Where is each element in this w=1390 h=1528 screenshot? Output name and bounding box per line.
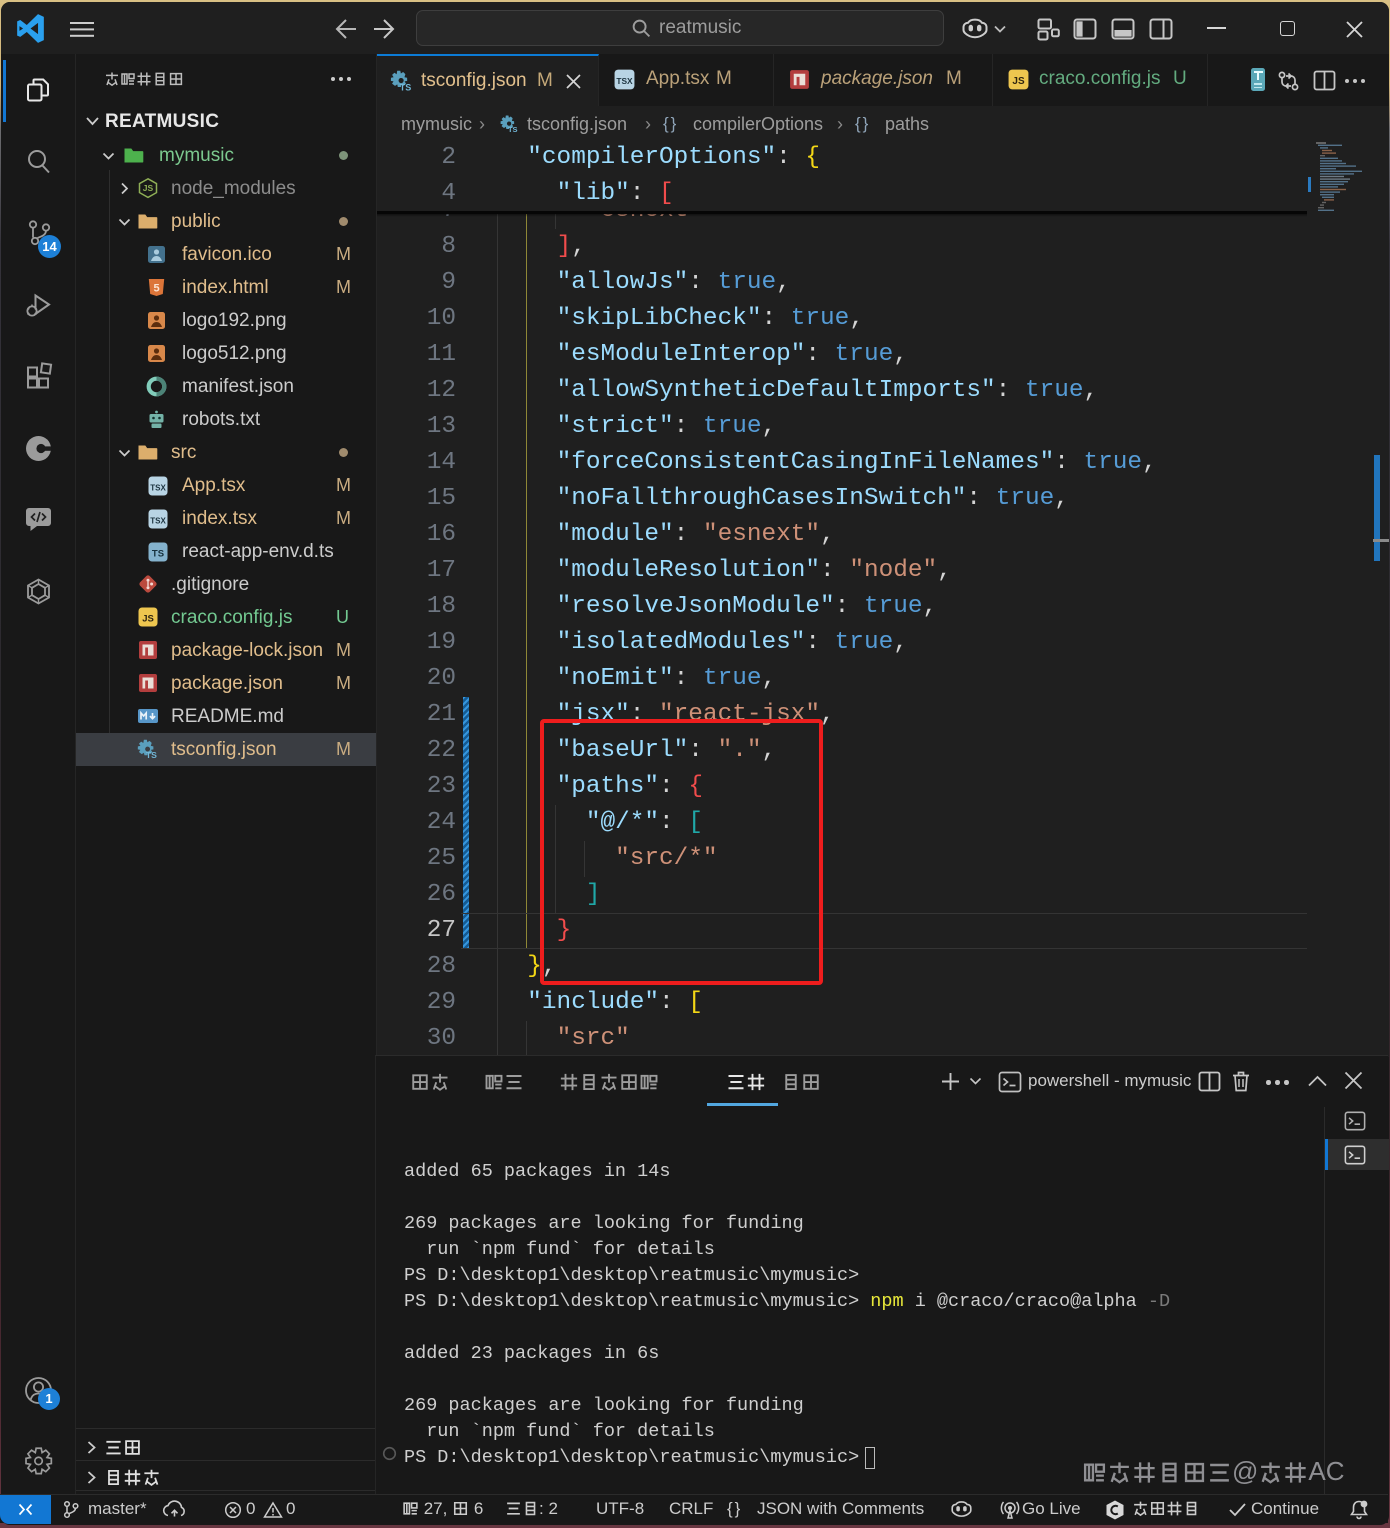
svg-text:5: 5	[153, 282, 159, 294]
svg-text:TS: TS	[146, 750, 157, 760]
svg-text:TSX: TSX	[616, 76, 633, 86]
svg-text:TS: TS	[152, 548, 164, 559]
svg-text:JS: JS	[1012, 76, 1025, 87]
svg-text:TS: TS	[400, 83, 412, 93]
svg-text:JS: JS	[142, 613, 154, 624]
svg-text:TS: TS	[508, 125, 518, 134]
svg-text:TSX: TSX	[150, 516, 166, 525]
svg-text:TSX: TSX	[150, 483, 166, 492]
svg-text:JS: JS	[143, 183, 154, 193]
